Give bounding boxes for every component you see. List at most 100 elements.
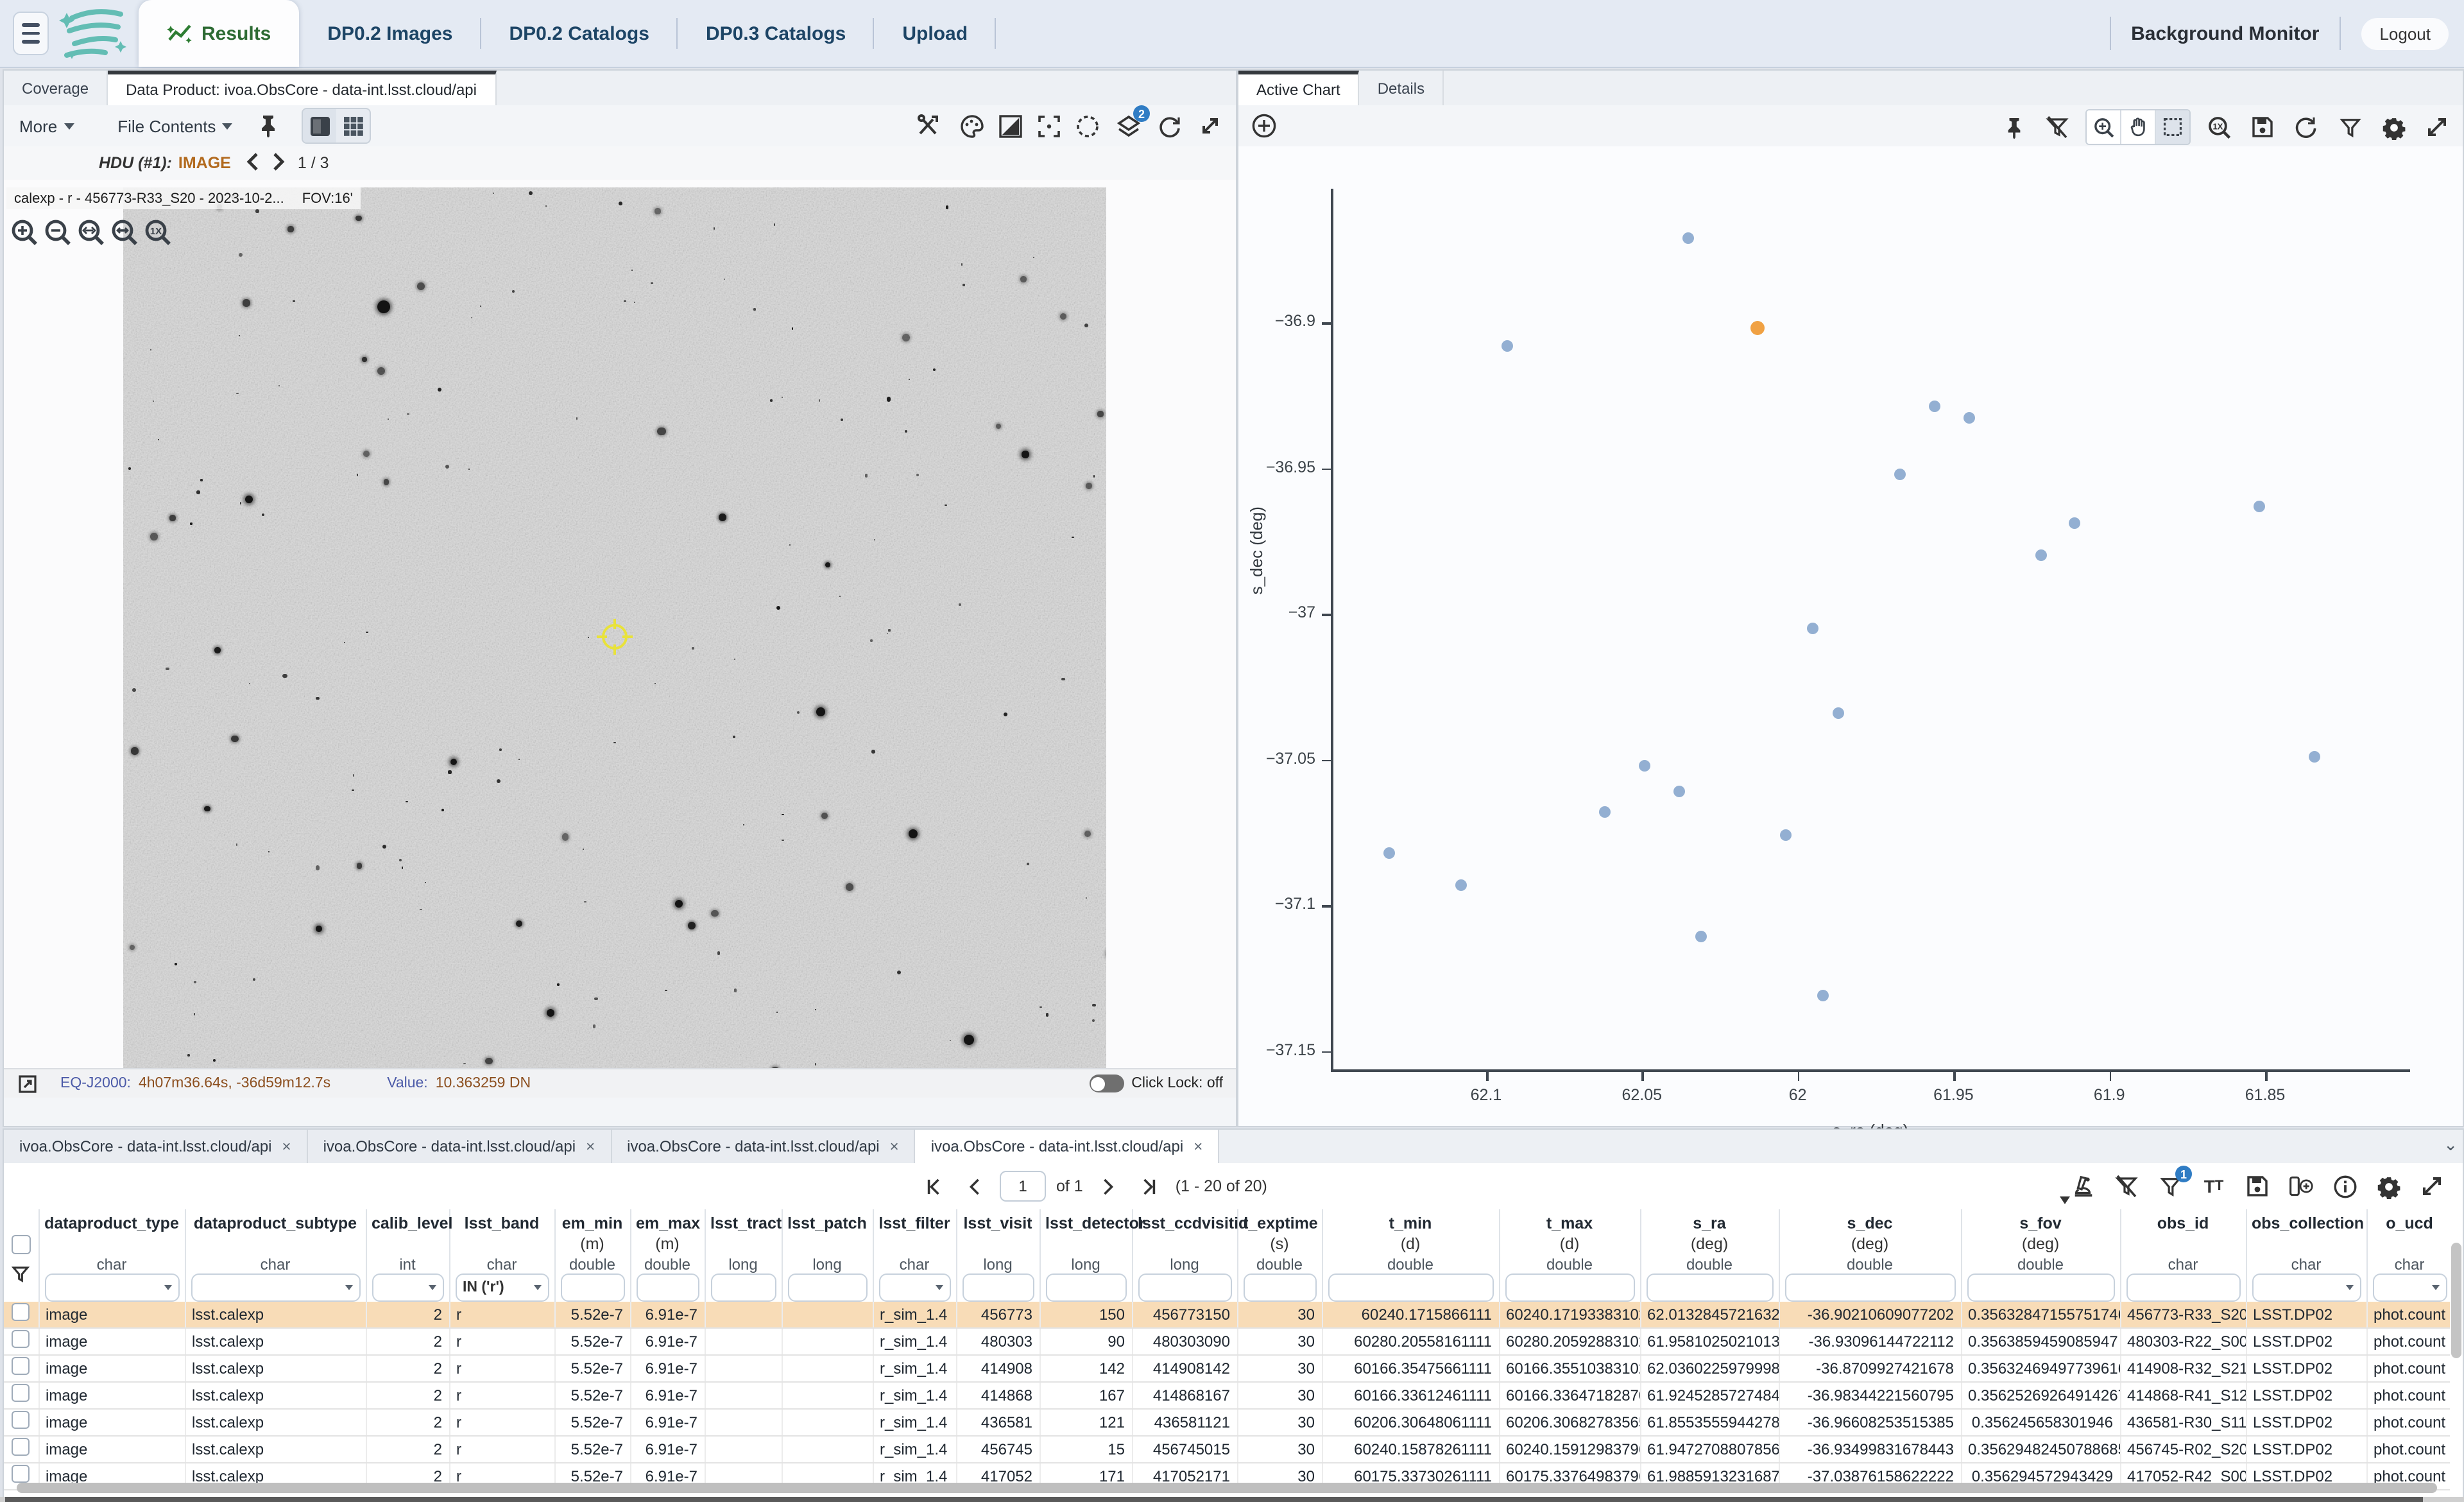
next-page-icon[interactable]	[1093, 1171, 1124, 1202]
close-tab-icon[interactable]: ×	[586, 1137, 595, 1155]
single-view-icon[interactable]	[303, 109, 336, 142]
hdu-next-icon[interactable]	[272, 152, 285, 174]
column-header-obs_id[interactable]: obs_idchar	[2120, 1209, 2246, 1273]
table-row-5[interactable]: imagelsst.calexp2r5.52e-76.91e-7r_sim_1.…	[4, 1408, 2450, 1435]
row-checkbox[interactable]	[12, 1330, 30, 1348]
filter-input-em_max[interactable]	[636, 1273, 699, 1301]
expand-chart-icon[interactable]	[2422, 112, 2452, 142]
filter-input-t_min[interactable]	[1328, 1273, 1493, 1301]
data-point[interactable]	[1817, 990, 1828, 1001]
filter-select-obs_collection[interactable]	[2252, 1273, 2361, 1301]
data-point[interactable]	[1383, 847, 1395, 858]
column-header-lsst_tract[interactable]: lsst_tractlong	[705, 1209, 782, 1273]
column-header-t_min[interactable]: t_min(d)double	[1322, 1209, 1499, 1273]
zoom-in-icon[interactable]	[10, 218, 38, 246]
data-point[interactable]	[1455, 879, 1467, 890]
restore-chart-icon[interactable]	[2291, 112, 2322, 142]
column-header-lsst_ccdvisitid[interactable]: lsst_ccdvisitidlong	[1132, 1209, 1237, 1273]
filter-row-icon[interactable]	[12, 1265, 30, 1284]
chart-select-icon[interactable]	[2156, 110, 2189, 144]
sky-image[interactable]	[123, 187, 1106, 1098]
data-point[interactable]	[1808, 623, 1819, 634]
filter-input-lsst_tract[interactable]	[710, 1273, 776, 1301]
page-scrollbar-track[interactable]	[0, 1497, 2464, 1502]
save-table-icon[interactable]	[2242, 1171, 2273, 1202]
data-point[interactable]	[2309, 750, 2321, 762]
column-header-em_min[interactable]: em_min(m)double	[554, 1209, 630, 1273]
filter-input-t_max[interactable]	[1505, 1273, 1634, 1301]
column-header-lsst_patch[interactable]: lsst_patchlong	[782, 1209, 873, 1273]
close-tab-icon[interactable]: ×	[282, 1137, 291, 1155]
row-checkbox[interactable]	[12, 1384, 30, 1402]
filter-input-lsst_visit[interactable]	[962, 1273, 1034, 1301]
tab-details[interactable]: Details	[1360, 71, 1444, 105]
row-checkbox[interactable]	[12, 1411, 30, 1429]
tab-coverage[interactable]: Coverage	[4, 71, 108, 105]
table-settings-icon[interactable]	[2373, 1171, 2404, 1202]
column-header-lsst_visit[interactable]: lsst_visitlong	[956, 1209, 1040, 1273]
tools-icon[interactable]	[912, 110, 943, 141]
main-tab-upload[interactable]: Upload	[874, 0, 996, 67]
data-point[interactable]	[1683, 232, 1695, 243]
data-point[interactable]	[1695, 931, 1707, 943]
table-filter-icon[interactable]: 1	[2155, 1171, 2186, 1202]
pin-icon[interactable]	[253, 110, 284, 141]
column-header-calib_level[interactable]: calib_levelint	[366, 1209, 449, 1273]
row-checkbox[interactable]	[12, 1438, 30, 1456]
table-tab-3[interactable]: ivoa.ObsCore - data-int.lsst.cloud/api×	[612, 1130, 916, 1163]
hdu-prev-icon[interactable]	[246, 152, 259, 174]
column-header-t_exptime[interactable]: t_exptime(s)double	[1237, 1209, 1322, 1273]
expand-panel-icon[interactable]	[1195, 110, 1226, 141]
close-tab-icon[interactable]: ×	[1194, 1137, 1202, 1155]
column-header-dataproduct_subtype[interactable]: dataproduct_subtypechar	[185, 1209, 366, 1273]
data-point[interactable]	[1964, 413, 1975, 424]
center-image-icon[interactable]	[1033, 110, 1064, 141]
data-point[interactable]	[1833, 707, 1844, 718]
data-point[interactable]	[2035, 549, 2046, 561]
data-point[interactable]	[1929, 401, 1940, 413]
row-checkbox[interactable]	[12, 1357, 30, 1375]
table-row-4[interactable]: imagelsst.calexp2r5.52e-76.91e-7r_sim_1.…	[4, 1381, 2450, 1408]
info-icon[interactable]	[2329, 1171, 2360, 1202]
filter-select-lsst_filter[interactable]	[878, 1273, 950, 1301]
tab-overflow-icon[interactable]: ⌄	[2443, 1135, 2458, 1155]
data-point[interactable]	[2069, 517, 2081, 529]
column-header-em_max[interactable]: em_max(m)double	[630, 1209, 705, 1273]
select-all-checkbox[interactable]	[12, 1235, 31, 1254]
filter-input-s_dec[interactable]	[1784, 1273, 1955, 1301]
filter-select-dataproduct_subtype[interactable]	[191, 1273, 360, 1301]
main-tab-results[interactable]: Results	[139, 0, 299, 67]
column-header-o_ucd[interactable]: o_ucdchar	[2366, 1209, 2450, 1273]
filter-select-calib_level[interactable]	[372, 1273, 443, 1301]
filter-input-lsst_patch[interactable]	[787, 1273, 867, 1301]
analyze-icon[interactable]	[2067, 1171, 2098, 1202]
filter-select-lsst_band[interactable]: IN ('r')	[455, 1273, 549, 1301]
zoom-fit-icon[interactable]	[77, 218, 105, 246]
data-point[interactable]	[1639, 759, 1651, 771]
hamburger-menu-icon[interactable]	[13, 12, 49, 55]
filter-input-s_ra[interactable]	[1646, 1273, 1773, 1301]
text-view-icon[interactable]: TT	[2198, 1171, 2229, 1202]
row-checkbox[interactable]	[12, 1465, 30, 1483]
filter-input-s_fov[interactable]	[1967, 1273, 2114, 1301]
open-expanded-icon[interactable]	[12, 1068, 42, 1098]
data-point[interactable]	[1673, 786, 1685, 797]
table-tab-2[interactable]: ivoa.ObsCore - data-int.lsst.cloud/api×	[308, 1130, 612, 1163]
selected-data-point[interactable]	[1750, 321, 1764, 335]
column-header-lsst_band[interactable]: lsst_bandchar	[449, 1209, 554, 1273]
layers-icon[interactable]: 2	[1113, 110, 1143, 141]
more-dropdown[interactable]: More	[19, 116, 74, 135]
filter-select-o_ucd[interactable]	[2372, 1273, 2447, 1301]
chart-zoom-original-icon[interactable]: 1X	[2203, 112, 2234, 142]
scatter-chart[interactable]: −36.9−36.95−37−37.05−37.1−37.1562.162.05…	[1238, 146, 2463, 1126]
column-header-lsst_detector[interactable]: lsst_detectorlong	[1040, 1209, 1132, 1273]
row-checkbox[interactable]	[12, 1303, 30, 1321]
chart-settings-icon[interactable]	[2378, 112, 2409, 142]
column-header-s_ra[interactable]: s_ra(deg)double	[1640, 1209, 1779, 1273]
table-tab-4[interactable]: ivoa.ObsCore - data-int.lsst.cloud/api×	[916, 1130, 1220, 1163]
table-vertical-scrollbar[interactable]	[2451, 1243, 2461, 1358]
table-row-3[interactable]: imagelsst.calexp2r5.52e-76.91e-7r_sim_1.…	[4, 1354, 2450, 1381]
expand-table-icon[interactable]	[2417, 1171, 2447, 1202]
data-point[interactable]	[1895, 468, 1906, 479]
clear-table-filter-icon[interactable]	[2111, 1171, 2142, 1202]
